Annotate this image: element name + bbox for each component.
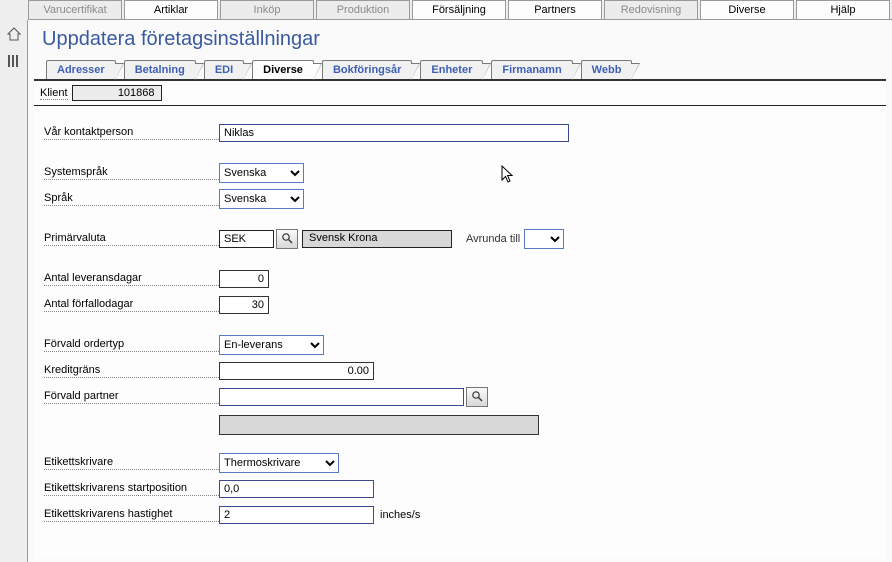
tab-adresser[interactable]: Adresser xyxy=(46,60,116,79)
labelprinter-label: Etikettskrivare xyxy=(44,456,219,470)
labelspeed-label: Etikettskrivarens hastighet xyxy=(44,508,219,522)
deliverydays-input[interactable] xyxy=(219,270,269,288)
pcur-label: Primärvaluta xyxy=(44,232,219,246)
klient-value: 101868 xyxy=(72,85,162,101)
defpartner-label: Förvald partner xyxy=(44,390,219,404)
tab-diverse[interactable]: Diverse xyxy=(252,60,314,79)
page-title: Uppdatera företagsinställningar xyxy=(42,28,880,51)
home-icon[interactable] xyxy=(6,26,22,45)
creditlimit-input[interactable] xyxy=(219,362,374,380)
menu-redovisning[interactable]: Redovisning xyxy=(604,0,698,19)
menu-varucertifikat[interactable]: Varucertifikat xyxy=(28,0,122,19)
search-icon xyxy=(471,390,483,405)
menu-produktion[interactable]: Produktion xyxy=(316,0,410,19)
lang-label: Språk xyxy=(44,192,219,206)
ordertype-select[interactable]: En-leverans xyxy=(219,335,324,355)
menu-artiklar[interactable]: Artiklar xyxy=(124,0,218,19)
contact-input[interactable] xyxy=(219,124,569,142)
menu-diverse[interactable]: Diverse xyxy=(700,0,794,19)
tab-edi[interactable]: EDI xyxy=(204,60,244,79)
content-area: Uppdatera företagsinställningar Adresser… xyxy=(28,20,892,562)
pcur-lookup-button[interactable] xyxy=(276,229,298,249)
labelprinter-select[interactable]: Thermoskrivare xyxy=(219,453,339,473)
side-icon-strip xyxy=(0,20,28,562)
labelstart-label: Etikettskrivarens startposition xyxy=(44,482,219,496)
tab-bokforingsar[interactable]: Bokföringsår xyxy=(322,60,412,79)
round-select[interactable] xyxy=(524,229,564,249)
defpartner-input[interactable] xyxy=(219,388,464,406)
labelstart-input[interactable] xyxy=(219,480,374,498)
creditlimit-label: Kreditgräns xyxy=(44,364,219,378)
syslang-select[interactable]: Svenska xyxy=(219,163,304,183)
form-panel: Klient 101868 Vår kontaktperson Systemsp… xyxy=(34,79,886,559)
defpartner-lookup-button[interactable] xyxy=(466,387,488,407)
duedays-input[interactable] xyxy=(219,296,269,314)
lang-select[interactable]: Svenska xyxy=(219,189,304,209)
contact-label: Vår kontaktperson xyxy=(44,126,219,140)
deliverydays-label: Antal leveransdagar xyxy=(44,272,219,286)
list-icon[interactable] xyxy=(6,53,22,72)
syslang-label: Systemspråk xyxy=(44,166,219,180)
ordertype-label: Förvald ordertyp xyxy=(44,338,219,352)
klient-row: Klient 101868 xyxy=(34,81,886,106)
defpartner-name-display xyxy=(219,415,539,435)
labelspeed-unit: inches/s xyxy=(380,509,420,521)
menu-partners[interactable]: Partners xyxy=(508,0,602,19)
pcur-code-input[interactable] xyxy=(219,230,274,248)
search-icon xyxy=(281,232,293,247)
duedays-label: Antal förfallodagar xyxy=(44,298,219,312)
labelspeed-input[interactable] xyxy=(219,506,374,524)
tab-betalning[interactable]: Betalning xyxy=(124,60,196,79)
menu-forsaljning[interactable]: Försäljning xyxy=(412,0,506,19)
tab-bar: Adresser Betalning EDI Diverse Bokföring… xyxy=(46,57,880,79)
defpartner-name-label xyxy=(44,423,219,424)
tab-firmanamn[interactable]: Firmanamn xyxy=(491,60,572,79)
menu-inkop[interactable]: Inköp xyxy=(220,0,314,19)
tab-webb[interactable]: Webb xyxy=(581,60,633,79)
round-label: Avrunda till xyxy=(466,233,520,245)
pcur-name-display: Svensk Krona xyxy=(302,230,452,248)
main-menubar: Varucertifikat Artiklar Inköp Produktion… xyxy=(28,0,892,20)
menu-hjalp[interactable]: Hjälp xyxy=(796,0,890,19)
tab-enheter[interactable]: Enheter xyxy=(420,60,483,79)
klient-label: Klient xyxy=(40,87,68,100)
